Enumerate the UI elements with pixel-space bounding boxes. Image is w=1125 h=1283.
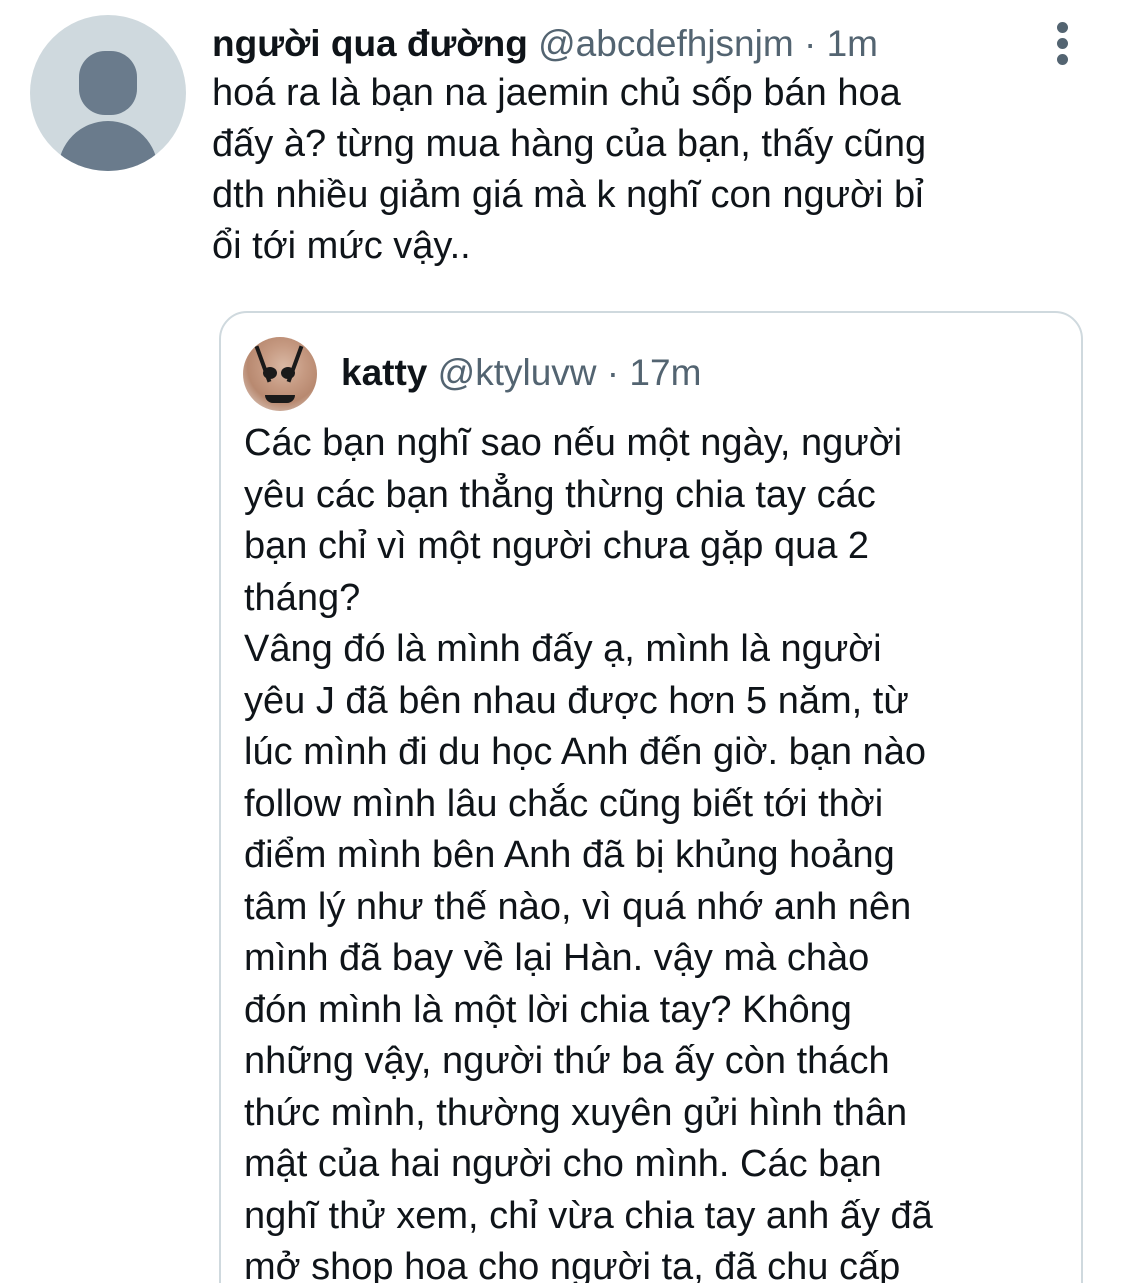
quoted-text-line: mở shop hoa cho người ta, đã chu cấp bbox=[244, 1246, 901, 1283]
quoted-text-line: thức mình, thường xuyên gửi hình thân bbox=[244, 1091, 908, 1134]
tweet-text-line: dth nhiều giảm giá mà k nghĩ con người b… bbox=[212, 174, 924, 216]
quoted-text-line: yêu các bạn thẳng thừng chia tay các bbox=[244, 473, 876, 516]
quoted-tweet-text: Các bạn nghĩ sao nếu một ngày, người yêu… bbox=[244, 418, 1074, 1283]
default-profile-icon[interactable] bbox=[30, 15, 186, 171]
quoted-text-line: nghĩ thử xem, chỉ vừa chia tay anh ấy đã bbox=[244, 1194, 933, 1237]
quoted-text-line: mình đã bay về lại Hàn. vậy mà chào bbox=[244, 937, 870, 979]
quoted-text-line: những vậy, người thứ ba ấy còn thách bbox=[244, 1040, 890, 1082]
quoted-text-line: đón mình là một lời chia tay? Không bbox=[244, 988, 852, 1031]
avatar-body-shape bbox=[58, 121, 158, 171]
handle[interactable]: @abcdefhjsnjm bbox=[538, 23, 794, 64]
quoted-text-line: mật của hai người cho mình. Các bạn bbox=[244, 1143, 882, 1185]
quoted-user-avatar[interactable] bbox=[243, 337, 317, 411]
quoted-text-line: lúc mình đi du học Anh đến giờ. bạn nào bbox=[244, 731, 926, 773]
tweet-header: người qua đường @abcdefhjsnjm · 1m bbox=[212, 20, 878, 68]
quoted-text-line: bạn chỉ vì một người chưa gặp qua 2 bbox=[244, 525, 870, 567]
more-vertical-icon[interactable] bbox=[1046, 22, 1080, 66]
quoted-text-line: Các bạn nghĩ sao nếu một ngày, người bbox=[244, 422, 903, 464]
quoted-text-line: điểm mình bên Anh đã bị khủng hoảng bbox=[244, 834, 895, 876]
quoted-text-line: follow mình lâu chắc cũng biết tới thời bbox=[244, 782, 884, 825]
tweet-text-line: ổi tới mức vậy.. bbox=[212, 225, 471, 267]
tweet-text-line: hoá ra là bạn na jaemin chủ sốp bán hoa bbox=[212, 72, 901, 114]
quoted-timestamp[interactable]: 17m bbox=[629, 352, 701, 393]
tweet[interactable]: người qua đường @abcdefhjsnjm · 1m hoá r… bbox=[0, 0, 1125, 1283]
display-name[interactable]: người qua đường bbox=[212, 23, 528, 64]
tweet-text: hoá ra là bạn na jaemin chủ sốp bán hoa … bbox=[212, 68, 1072, 272]
quoted-text-line: tâm lý như thế nào, vì quá nhớ anh nên bbox=[244, 885, 912, 928]
tweet-text-line: đấy à? từng mua hàng của bạn, thấy cũng bbox=[212, 123, 927, 165]
quoted-text-line: Vâng đó là mình đấy ạ, mình là người bbox=[244, 628, 882, 670]
quoted-display-name[interactable]: katty bbox=[341, 352, 427, 393]
quoted-tweet-header: katty @ktyluvw · 17m bbox=[341, 349, 701, 397]
timestamp[interactable]: 1m bbox=[827, 23, 878, 64]
quoted-separator: · bbox=[596, 352, 630, 393]
quoted-text-line: yêu J đã bên nhau được hơn 5 năm, từ bbox=[244, 679, 909, 722]
separator: · bbox=[793, 23, 827, 64]
quoted-text-line: tháng? bbox=[244, 576, 361, 619]
avatar-head-shape bbox=[79, 51, 137, 115]
quoted-handle[interactable]: @ktyluvw bbox=[438, 352, 597, 393]
